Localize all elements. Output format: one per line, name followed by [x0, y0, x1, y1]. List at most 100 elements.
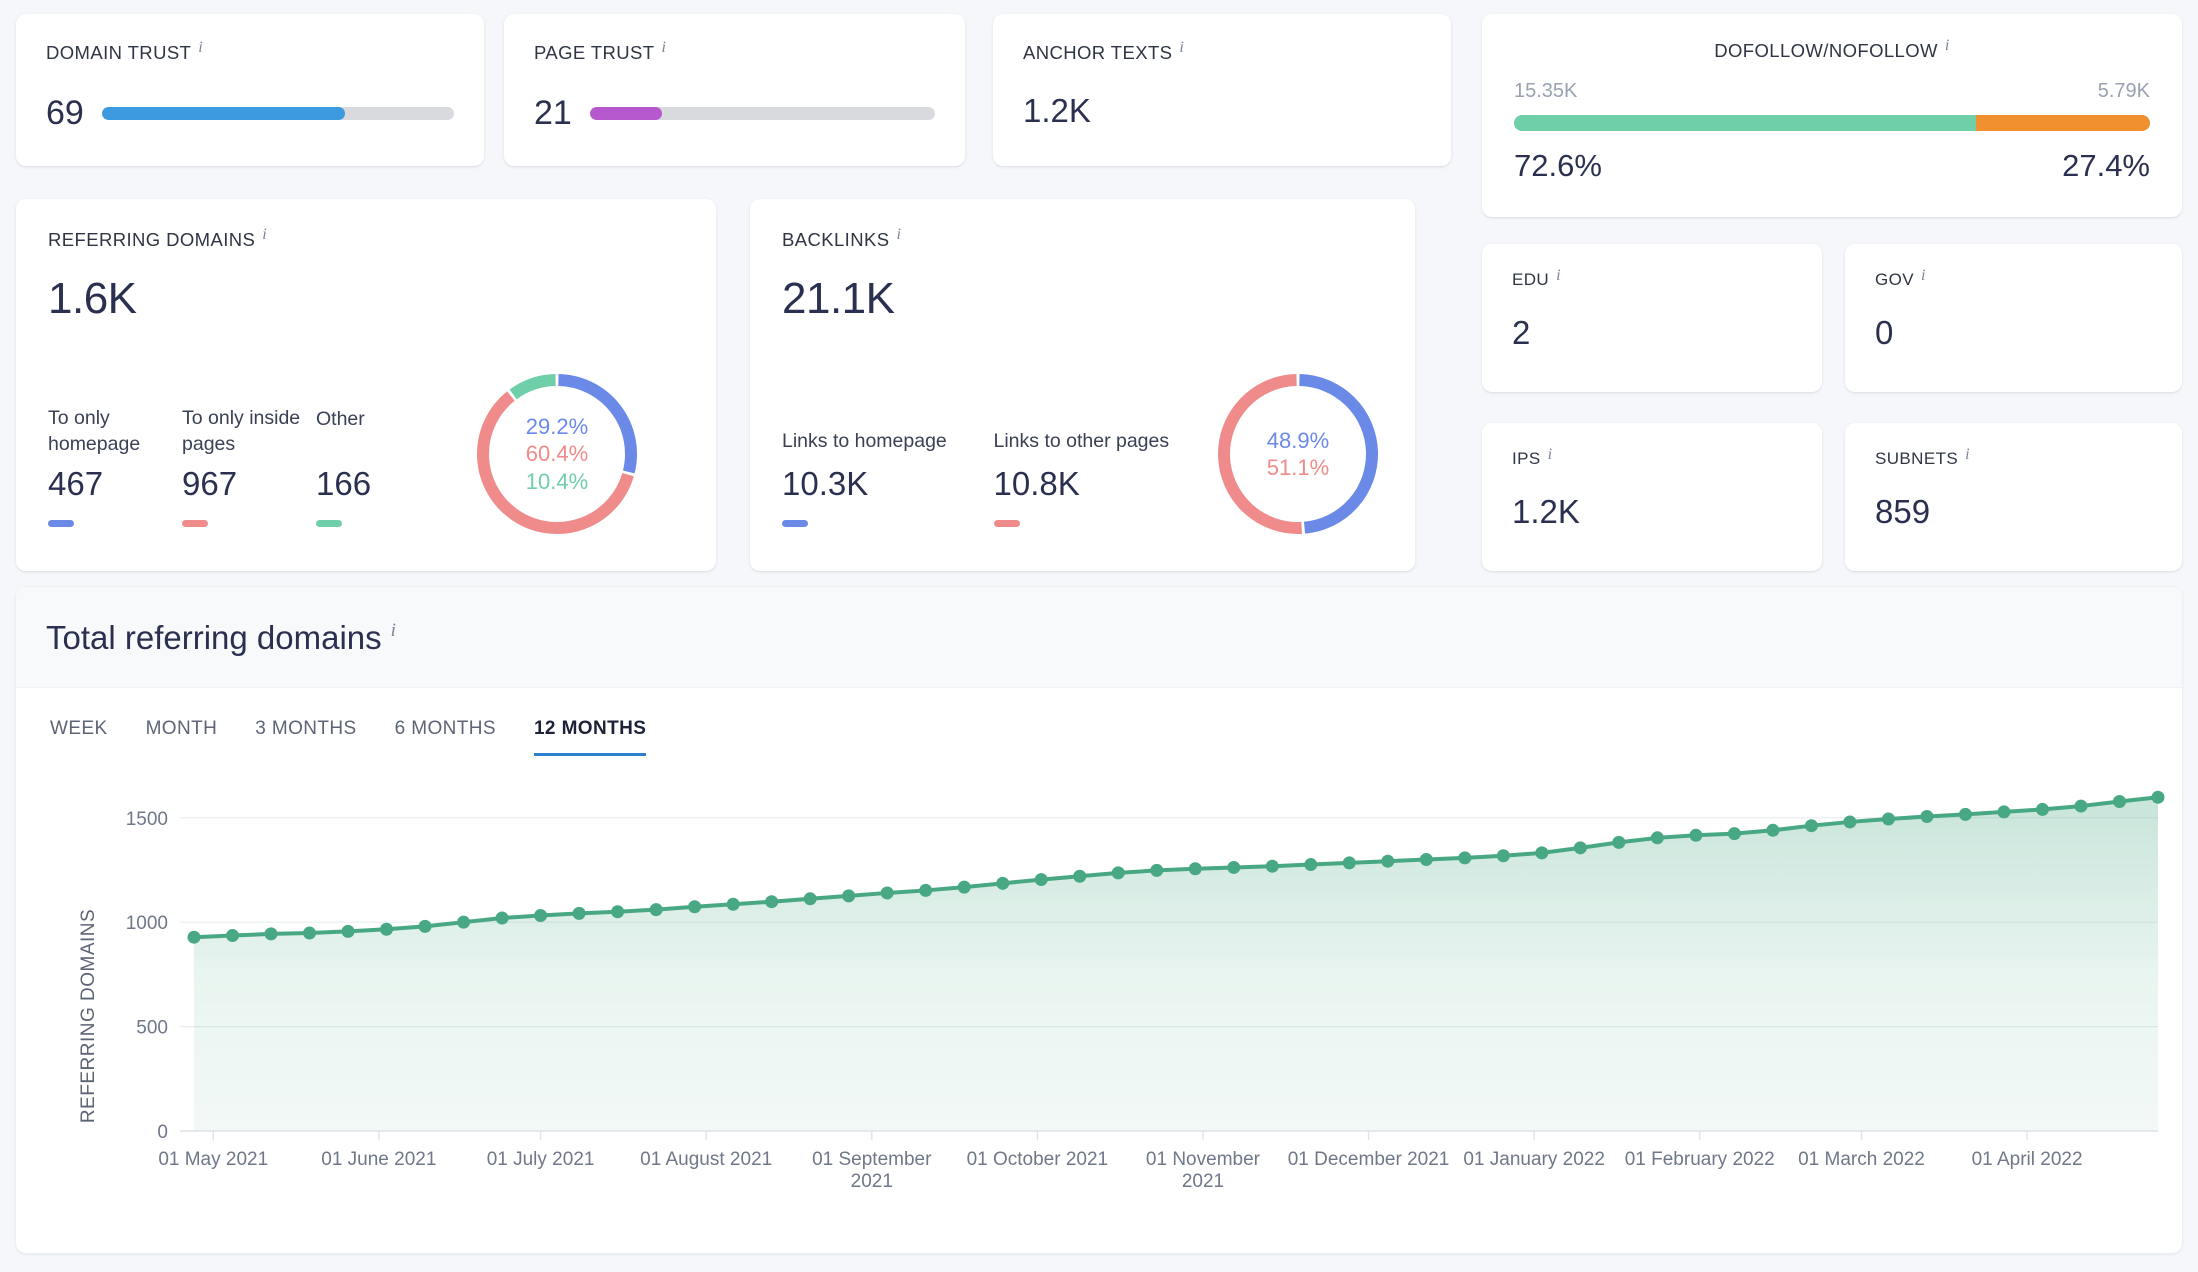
chart-data-point[interactable] [726, 897, 740, 911]
dofollow-counts: 15.35K 5.79K [1514, 80, 2150, 103]
tab-6-months[interactable]: 6 MONTHS [395, 718, 496, 756]
dofollow-bar-segment [1514, 115, 1976, 131]
edu-card: EDU i 2 [1482, 244, 1822, 392]
chart-data-point[interactable] [1381, 854, 1395, 868]
chart-data-point[interactable] [303, 926, 317, 940]
chart-data-point[interactable] [457, 915, 471, 929]
time-range-tabs: WEEK MONTH 3 MONTHS 6 MONTHS 12 MONTHS [16, 688, 2182, 756]
chart-data-point[interactable] [1073, 869, 1087, 883]
gov-label-text: GOV [1875, 270, 1914, 289]
donut-percent: 10.4% [525, 468, 589, 494]
info-icon[interactable]: i [896, 227, 901, 243]
chart-data-point[interactable] [611, 905, 625, 919]
edu-label-text: EDU [1512, 270, 1550, 289]
chart-data-point[interactable] [1804, 819, 1818, 833]
chart-data-point[interactable] [341, 924, 355, 938]
chart-data-point[interactable] [2151, 790, 2165, 804]
chart-data-point[interactable] [1496, 849, 1510, 863]
info-icon[interactable]: i [1179, 40, 1184, 56]
info-icon[interactable]: i [391, 621, 396, 640]
chart-data-point[interactable] [1188, 862, 1202, 876]
chart-data-point[interactable] [1612, 835, 1626, 849]
chart-data-point[interactable] [1150, 863, 1164, 877]
chart-data-point[interactable] [1265, 859, 1279, 873]
chart-data-point[interactable] [1111, 866, 1125, 880]
chart-data-point[interactable] [1034, 873, 1048, 887]
dofollow-right-count: 5.79K [2097, 80, 2150, 102]
chart-data-point[interactable] [1419, 853, 1433, 867]
tab-week[interactable]: WEEK [50, 718, 108, 756]
info-icon[interactable]: i [1965, 447, 1970, 463]
info-icon[interactable]: i [198, 40, 203, 56]
tab-month[interactable]: MONTH [146, 718, 218, 756]
chart-data-point[interactable] [880, 886, 894, 900]
chart-data-point[interactable] [1766, 823, 1780, 837]
referring-domains-total: 1.6K [48, 274, 137, 323]
chart-data-point[interactable] [765, 895, 779, 909]
chart-data-point[interactable] [1573, 841, 1587, 855]
chart-data-point[interactable] [1843, 815, 1857, 829]
chart-data-point[interactable] [842, 889, 856, 903]
page-trust-label: PAGE TRUST i [534, 40, 935, 64]
chart-data-point[interactable] [1958, 807, 1972, 821]
chart-data-point[interactable] [1227, 860, 1241, 874]
chart-data-point[interactable] [996, 876, 1010, 890]
info-icon[interactable]: i [1548, 447, 1553, 463]
dashboard-page: DOMAIN TRUST i 69 PAGE TRUST i 21 ANCHOR… [0, 0, 2198, 1272]
breakdown-value: 467 [48, 465, 104, 502]
tab-12-months[interactable]: 12 MONTHS [533, 718, 647, 756]
chart-data-point[interactable] [380, 922, 394, 936]
total-referring-domains-panel: Total referring domains i WEEK MONTH 3 M… [16, 587, 2182, 1253]
referring-domains-label: REFERRING DOMAINS i [48, 227, 684, 251]
chart-data-point[interactable] [649, 903, 663, 917]
chart-data-point[interactable] [2112, 794, 2126, 808]
chart-data-point[interactable] [957, 880, 971, 894]
info-icon[interactable]: i [1945, 38, 1950, 54]
dofollow-left-count: 15.35K [1514, 80, 1578, 102]
chart-data-point[interactable] [919, 883, 933, 897]
chart-data-point[interactable] [187, 930, 201, 944]
donut-percent-labels: 29.2% 60.4% 10.4% [472, 369, 642, 539]
info-icon[interactable]: i [1921, 268, 1926, 284]
edu-value: 2 [1512, 314, 1531, 351]
chart-data-point[interactable] [2074, 799, 2088, 813]
chart-data-point[interactable] [1535, 846, 1549, 860]
chart-data-point[interactable] [688, 900, 702, 914]
info-icon[interactable]: i [662, 40, 667, 56]
chart-data-point[interactable] [226, 929, 240, 943]
x-axis-tick-label: 01 December 2021 [1288, 1149, 1450, 1170]
chart-data-point[interactable] [1304, 858, 1318, 872]
y-axis-tick-label: 0 [157, 1122, 168, 1143]
chart-data-point[interactable] [1881, 812, 1895, 826]
chart-title: Total referring domains i [46, 619, 2152, 657]
tab-3-months[interactable]: 3 MONTHS [255, 718, 356, 756]
chart-data-point[interactable] [1342, 856, 1356, 870]
breakdown-color-dash [182, 520, 208, 527]
chart-data-point[interactable] [495, 911, 509, 925]
chart-data-point[interactable] [2035, 802, 2049, 816]
page-trust-card: PAGE TRUST i 21 [504, 14, 965, 166]
chart-data-point[interactable] [803, 892, 817, 906]
y-axis-tick-label: 1000 [126, 913, 168, 934]
y-axis-title: REFERRING DOMAINS [78, 909, 99, 1123]
donut-percent: 60.4% [525, 441, 589, 467]
chart-data-point[interactable] [572, 906, 586, 920]
chart-data-point[interactable] [418, 919, 432, 933]
chart-data-point[interactable] [534, 908, 548, 922]
referring-domains-card: REFERRING DOMAINS i 1.6K To only homepag… [16, 199, 716, 571]
chart-data-point[interactable] [1727, 827, 1741, 841]
info-icon[interactable]: i [1556, 268, 1561, 284]
breakdown-value: 10.8K [993, 465, 1080, 502]
breakdown-item: Links to other pages 10.8K [993, 429, 1206, 527]
anchor-texts-card: ANCHOR TEXTS i 1.2K [993, 14, 1451, 166]
chart-data-point[interactable] [1920, 810, 1934, 824]
chart-data-point[interactable] [1689, 828, 1703, 842]
chart-data-point[interactable] [1997, 805, 2011, 819]
chart-data-point[interactable] [264, 927, 278, 941]
info-icon[interactable]: i [262, 227, 267, 243]
chart-data-point[interactable] [1650, 831, 1664, 845]
chart-data-point[interactable] [1458, 851, 1472, 865]
x-axis-tick-label: 01 October 2021 [967, 1149, 1109, 1170]
dofollow-percentages: 72.6% 27.4% [1514, 148, 2150, 184]
x-axis-tick-label: 01 March 2022 [1798, 1149, 1925, 1170]
